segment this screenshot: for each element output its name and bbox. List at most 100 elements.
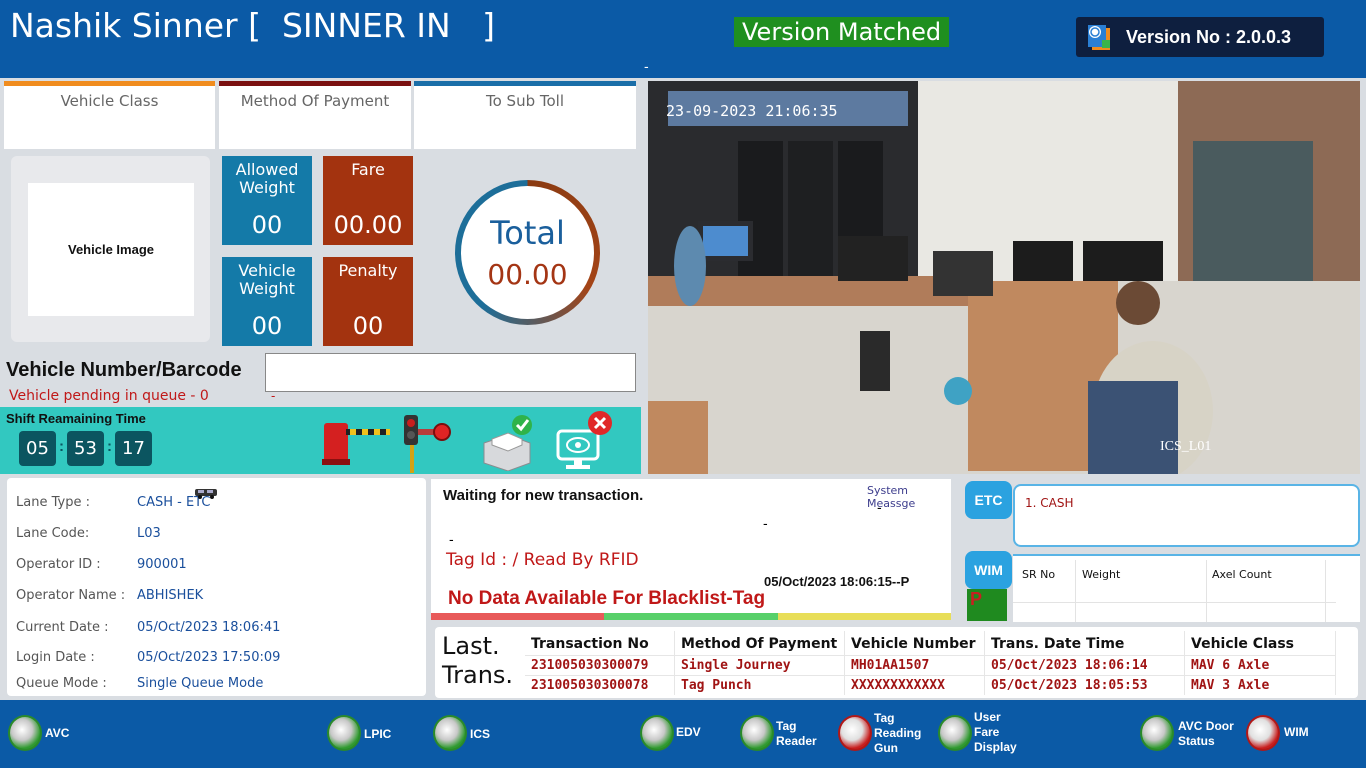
wim-label: WIM [1284, 725, 1309, 739]
wim-status-icon[interactable] [1246, 715, 1280, 751]
time-separator: : [59, 438, 64, 455]
vehicle-class-label: Vehicle Class [60, 92, 159, 110]
camera-feed: 23-09-2023 21:06:35 ICS_L01 [648, 81, 1360, 474]
display-error-icon[interactable] [552, 409, 616, 471]
ics-status-icon[interactable] [433, 715, 467, 751]
queue-mode-row: Queue Mode : Single Queue Mode [16, 676, 263, 691]
wim-table: SR No Weight Axel Count [1013, 554, 1360, 622]
lane-code-row: Lane Code: L03 [16, 526, 161, 541]
col-method-of-payment: Method Of Payment [681, 636, 838, 652]
operator-id-key: Operator ID : [16, 557, 101, 572]
status-bar-yellow [777, 613, 951, 620]
vehicle-weight-label: Vehicle Weight [238, 261, 296, 298]
shift-minutes: 53 [67, 431, 104, 466]
row1-datetime: 05/Oct/2023 18:06:14 [991, 658, 1148, 673]
row1-vehicle-class: MAV 6 Axle [1191, 658, 1270, 673]
lpic-label: LPIC [364, 727, 392, 741]
penalty-value: 00 [352, 312, 384, 340]
blacklist-message: No Data Available For Blacklist-Tag [448, 588, 766, 609]
shift-hours: 05 [19, 431, 56, 466]
printer-status-icon[interactable] [480, 413, 536, 472]
avc-door-status-icon[interactable] [1140, 715, 1174, 751]
waiting-message: Waiting for new transaction. [443, 487, 644, 504]
wim-col-weight: Weight [1082, 568, 1121, 581]
col-vehicle-class: Vehicle Class [1191, 636, 1294, 652]
vehicle-number-input[interactable] [265, 353, 636, 392]
avc-door-status-label: AVC Door Status [1178, 719, 1234, 748]
lane-type-key: Lane Type : [16, 495, 90, 510]
edv-status-icon[interactable] [640, 715, 674, 751]
camera-timestamp: 23-09-2023 21:06:35 [666, 102, 838, 120]
lane-code-key: Lane Code: [16, 526, 90, 541]
current-date-value: 05/Oct/2023 18:06:41 [137, 620, 281, 635]
fare-value: 00.00 [333, 211, 403, 239]
login-date-key: Login Date : [16, 650, 95, 665]
shift-seconds: 17 [115, 431, 152, 466]
message-dash: - [763, 515, 768, 531]
camera-scene [648, 81, 1360, 474]
queue-pending-text: Vehicle pending in queue - 0 [9, 388, 209, 404]
vehicle-image-frame: Vehicle Image [11, 156, 210, 342]
row2-transaction-no: 231005030300078 [531, 678, 649, 693]
wim-col-axel-count: Axel Count [1212, 568, 1272, 581]
col-transaction-no: Transaction No [531, 636, 649, 652]
lane-type-row: Lane Type : CASH - ETC [16, 495, 210, 510]
system-message-panel: Waiting for new transaction. System Meas… [431, 479, 951, 620]
status-dash: - [271, 388, 276, 403]
vehicle-weight-tile: Vehicle Weight 00 [222, 257, 312, 346]
shift-bar: Shift Reamaining Time 05 : 53 : 17 [0, 407, 641, 474]
avc-label: AVC [45, 726, 70, 740]
current-date-key: Current Date : [16, 620, 109, 635]
tag-id-text: Tag Id : / Read By RFID [446, 550, 639, 570]
allowed-weight-label: Allowed Weight [235, 160, 299, 197]
etc-list-item[interactable]: 1. CASH [1025, 496, 1074, 510]
total-ring: Total 00.00 [455, 180, 600, 325]
row2-method: Tag Punch [681, 678, 752, 693]
time-separator: : [107, 438, 112, 455]
col-trans-date-time: Trans. Date Time [991, 636, 1125, 652]
vehicle-car-icon [193, 486, 219, 504]
edv-label: EDV [676, 725, 701, 739]
total-value: 00.00 [487, 258, 568, 291]
tag-gun-status-icon[interactable] [838, 715, 872, 751]
shift-remaining-label: Shift Reamaining Time [6, 411, 146, 426]
lane-info-panel: Lane Type : CASH - ETC Lane Code: L03 Oper… [7, 478, 426, 696]
app-logo-icon [1084, 20, 1114, 54]
tag-gun-label: Tag Reading Gun [874, 711, 922, 755]
vehicle-image-placeholder: Vehicle Image [28, 183, 194, 316]
tag-reader-status-icon[interactable] [740, 715, 774, 751]
allowed-weight-value: 00 [251, 211, 283, 239]
to-sub-toll-label: To Sub Toll [485, 92, 564, 110]
user-fare-display-status-icon[interactable] [938, 715, 972, 751]
queue-mode-value: Single Queue Mode [137, 676, 264, 691]
etc-list: 1. CASH [1013, 484, 1360, 547]
wim-status-indicator: P [967, 589, 1007, 621]
operator-name-value: ABHISHEK [137, 588, 204, 603]
total-label: Total [490, 214, 565, 252]
ics-label: ICS [470, 727, 491, 741]
status-bar-green [604, 613, 778, 620]
penalty-label: Penalty [338, 261, 398, 280]
message-dash: - [449, 531, 454, 547]
last-label-line1: Last. [442, 632, 500, 660]
wim-badge: WIM [965, 551, 1012, 589]
lpic-status-icon[interactable] [327, 715, 361, 751]
last-transactions-label: Last. Trans. [442, 632, 513, 690]
traffic-light-icon[interactable] [400, 413, 456, 473]
device-status-bar: AVC LPIC ICS EDV Tag Reader Tag Reading Gun… [0, 700, 1366, 768]
current-date-row: Current Date : 05/Oct/2023 18:06:41 [16, 620, 280, 635]
last-label-line2: Trans. [442, 661, 514, 689]
boom-barrier-icon[interactable] [320, 419, 392, 467]
queue-mode-key: Queue Mode : [16, 676, 107, 691]
to-sub-toll-box: To Sub Toll [414, 81, 636, 149]
operator-name-row: Operator Name : ABHISHEK [16, 588, 203, 603]
user-fare-display-label: User Fare Display [974, 710, 1017, 754]
header-bar: Nashik Sinner [ SINNER IN ] Version Matc… [0, 0, 1366, 78]
avc-status-icon[interactable] [8, 715, 42, 751]
vehicle-image-label: Vehicle Image [68, 242, 154, 257]
operator-id-value: 900001 [137, 557, 187, 572]
wim-col-sr-no: SR No [1022, 568, 1056, 581]
col-vehicle-number: Vehicle Number [851, 636, 976, 652]
row1-transaction-no: 231005030300079 [531, 658, 649, 673]
camera-label: ICS_L01 [1160, 439, 1212, 454]
